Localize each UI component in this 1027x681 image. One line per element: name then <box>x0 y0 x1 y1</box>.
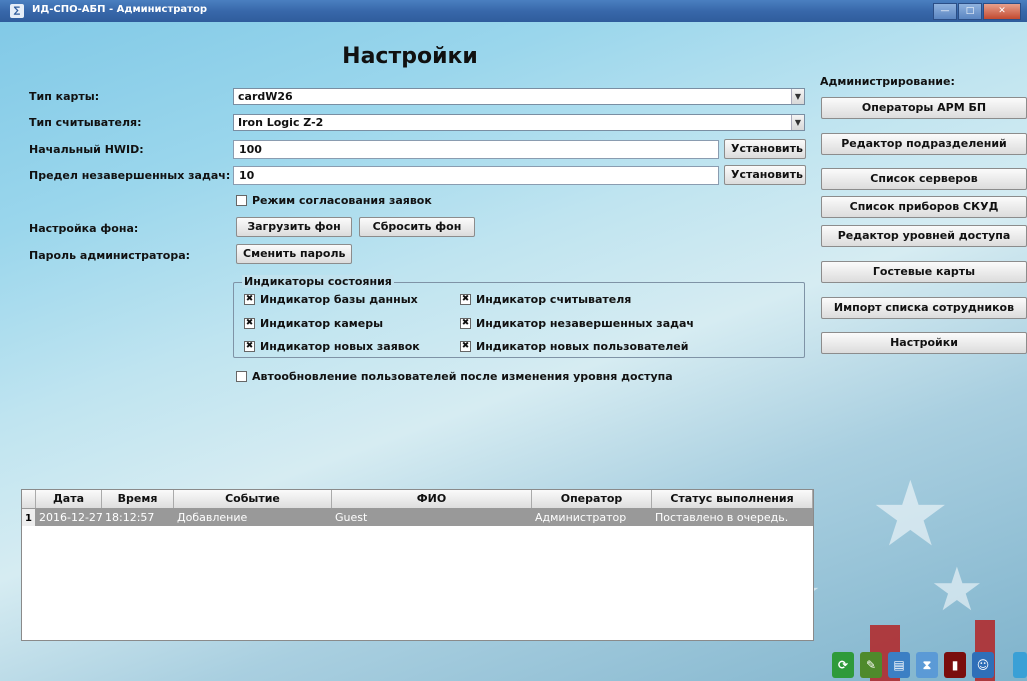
table-header: Дата Время Событие ФИО Оператор Статус в… <box>22 490 813 509</box>
access-devices-list-button[interactable]: Список приборов СКУД <box>821 196 1027 218</box>
new-users-indicator-label: Индикатор новых пользователей <box>476 340 689 353</box>
refresh-icon[interactable]: ⟳ <box>832 652 854 678</box>
background-star-decoration: ★ <box>870 462 951 567</box>
database-icon[interactable] <box>1013 652 1027 678</box>
checkbox-box[interactable] <box>236 195 247 206</box>
checkbox-checked-icon[interactable]: ✖ <box>460 318 471 329</box>
checkbox-checked-icon[interactable]: ✖ <box>244 294 255 305</box>
status-indicators-group: Индикаторы состояния ✖ Индикатор базы да… <box>233 275 805 358</box>
new-requests-indicator-checkbox[interactable]: ✖ Индикатор новых заявок <box>244 340 420 353</box>
reader-type-select[interactable]: Iron Logic Z-2 ▼ <box>233 114 805 131</box>
hwid-label: Начальный HWID: <box>29 143 144 156</box>
pending-tasks-indicator-label: Индикатор незавершенных задач <box>476 317 694 330</box>
arm-operators-button[interactable]: Операторы АРМ БП <box>821 97 1027 119</box>
app-icon: ∑ <box>10 4 24 18</box>
checkbox-checked-icon[interactable]: ✖ <box>244 318 255 329</box>
event-log-table: Дата Время Событие ФИО Оператор Статус в… <box>21 489 814 641</box>
application-window: ★ ★ ★ ∑ ИД-СПО-АБП - Администратор — □ ✕… <box>0 0 1027 681</box>
reader-indicator-label: Индикатор считывателя <box>476 293 632 306</box>
checkbox-checked-icon[interactable]: ✖ <box>460 341 471 352</box>
column-header-event[interactable]: Событие <box>174 490 332 508</box>
import-employees-button[interactable]: Импорт списка сотрудников <box>821 297 1027 319</box>
db-indicator-checkbox[interactable]: ✖ Индикатор базы данных <box>244 293 418 306</box>
status-indicators-legend: Индикаторы состояния <box>242 275 394 288</box>
page-title: Настройки <box>342 44 478 69</box>
reader-indicator-checkbox[interactable]: ✖ Индикатор считывателя <box>460 293 631 306</box>
column-header-time[interactable]: Время <box>102 490 174 508</box>
cell-operator: Администратор <box>535 511 627 524</box>
chevron-down-icon[interactable]: ▼ <box>791 115 804 130</box>
set-tasks-limit-button[interactable]: Установить <box>724 165 806 185</box>
approval-mode-checkbox[interactable]: Режим согласования заявок <box>236 194 432 207</box>
new-requests-indicator-label: Индикатор новых заявок <box>260 340 420 353</box>
reader-type-value: Iron Logic Z-2 <box>238 116 324 129</box>
table-row[interactable]: 1 2016-12-27 18:12:57 Добавление Guest А… <box>22 509 813 526</box>
pending-tasks-indicator-checkbox[interactable]: ✖ Индикатор незавершенных задач <box>460 317 694 330</box>
settings-button[interactable]: Настройки <box>821 332 1027 354</box>
department-editor-button[interactable]: Редактор подразделений <box>821 133 1027 155</box>
set-hwid-button[interactable]: Установить <box>724 139 806 159</box>
checkbox-checked-icon[interactable]: ✖ <box>460 294 471 305</box>
maximize-button[interactable]: □ <box>958 3 982 20</box>
load-background-button[interactable]: Загрузить фон <box>236 217 352 237</box>
tasks-limit-input[interactable]: 10 <box>233 166 719 185</box>
admin-password-label: Пароль администратора: <box>29 249 191 262</box>
reset-background-button[interactable]: Сбросить фон <box>359 217 475 237</box>
guest-cards-button[interactable]: Гостевые карты <box>821 261 1027 283</box>
background-star-decoration: ★ <box>930 555 984 625</box>
background-setting-label: Настройка фона: <box>29 222 139 235</box>
column-header-operator[interactable]: Оператор <box>532 490 652 508</box>
hourglass-icon[interactable]: ⧗ <box>916 652 938 678</box>
hwid-input[interactable]: 100 <box>233 140 719 159</box>
column-header-name[interactable]: ФИО <box>332 490 532 508</box>
auto-update-users-checkbox[interactable]: Автообновление пользователей после измен… <box>236 370 673 383</box>
card-icon[interactable]: ▤ <box>888 652 910 678</box>
server-list-button[interactable]: Список серверов <box>821 168 1027 190</box>
auto-update-users-label: Автообновление пользователей после измен… <box>252 370 673 383</box>
card-type-label: Тип карты: <box>29 90 100 103</box>
chevron-down-icon[interactable]: ▼ <box>791 89 804 104</box>
title-bar: ∑ ИД-СПО-АБП - Администратор — □ ✕ <box>0 0 1027 22</box>
administration-title: Администрирование: <box>820 75 955 88</box>
door-icon[interactable]: ▮ <box>944 652 966 678</box>
column-header-date[interactable]: Дата <box>36 490 102 508</box>
row-number: 1 <box>22 509 35 526</box>
change-password-button[interactable]: Сменить пароль <box>236 244 352 264</box>
close-button[interactable]: ✕ <box>983 3 1021 20</box>
checkbox-checked-icon[interactable]: ✖ <box>244 341 255 352</box>
minimize-button[interactable]: — <box>933 3 957 20</box>
cell-name: Guest <box>335 511 368 524</box>
camera-indicator-checkbox[interactable]: ✖ Индикатор камеры <box>244 317 383 330</box>
cell-event: Добавление <box>177 511 248 524</box>
db-indicator-label: Индикатор базы данных <box>260 293 418 306</box>
column-header-status[interactable]: Статус выполнения <box>652 490 813 508</box>
access-level-editor-button[interactable]: Редактор уровней доступа <box>821 225 1027 247</box>
cell-status: Поставлено в очередь. <box>655 511 789 524</box>
card-type-select[interactable]: cardW26 ▼ <box>233 88 805 105</box>
cell-time: 18:12:57 <box>105 511 155 524</box>
row-number-header <box>22 490 36 508</box>
status-tray: ⟳ ✎ ▤ ⧗ ▮ ☺ <box>832 652 994 678</box>
window-title: ИД-СПО-АБП - Администратор <box>32 4 207 15</box>
reader-type-label: Тип считывателя: <box>29 116 142 129</box>
tasks-limit-label: Предел незавершенных задач: <box>29 169 231 182</box>
edit-icon[interactable]: ✎ <box>860 652 882 678</box>
card-type-value: cardW26 <box>238 90 293 103</box>
checkbox-box[interactable] <box>236 371 247 382</box>
camera-indicator-label: Индикатор камеры <box>260 317 384 330</box>
user-icon[interactable]: ☺ <box>972 652 994 678</box>
approval-mode-label: Режим согласования заявок <box>252 194 432 207</box>
cell-date: 2016-12-27 <box>39 511 103 524</box>
new-users-indicator-checkbox[interactable]: ✖ Индикатор новых пользователей <box>460 340 688 353</box>
